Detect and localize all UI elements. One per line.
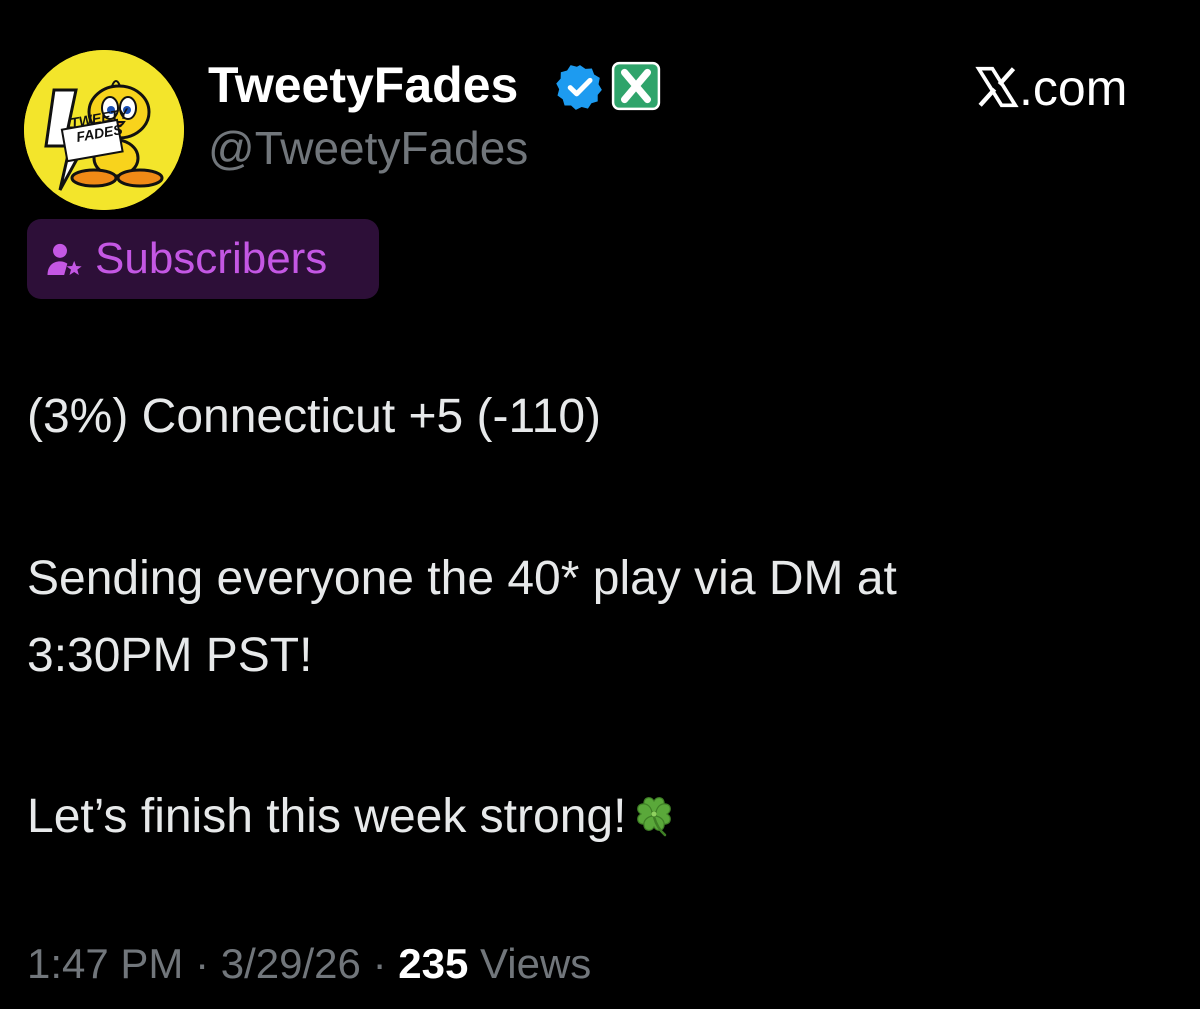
tweet-text-line-3: 3:30PM PST! bbox=[27, 629, 313, 682]
x-affiliate-badge-icon[interactable] bbox=[611, 61, 661, 111]
verified-badge-icon[interactable] bbox=[555, 62, 605, 112]
x-com-label: .com bbox=[975, 58, 1155, 118]
tweet-text-line-1: (3%) Connecticut +5 (-110) bbox=[27, 390, 602, 443]
subscriber-person-star-icon bbox=[47, 243, 82, 275]
subscribers-badge[interactable]: Subscribers bbox=[27, 219, 379, 299]
tweet-time[interactable]: 1:47 PM bbox=[27, 940, 183, 987]
tweet-meta: 1:47 PM · 3/29/26 · 235 Views bbox=[27, 936, 591, 992]
views-label[interactable]: Views bbox=[480, 940, 591, 987]
display-name[interactable]: TweetyFades bbox=[208, 55, 518, 115]
site-domain-text: .com bbox=[1019, 60, 1128, 116]
views-count[interactable]: 235 bbox=[398, 940, 468, 987]
avatar[interactable]: TWEETY FADES bbox=[24, 50, 184, 210]
tweet-text-line-4-text: Let’s finish this week strong! bbox=[27, 790, 627, 843]
meta-separator: · bbox=[372, 940, 387, 987]
four-leaf-clover-icon bbox=[637, 797, 672, 837]
tweet-text-line-4: Let’s finish this week strong! bbox=[27, 787, 678, 847]
tweet-text-line-2: Sending everyone the 40* play via DM at bbox=[27, 552, 897, 605]
user-handle[interactable]: @TweetyFades bbox=[208, 120, 528, 176]
subscribers-label: Subscribers bbox=[95, 234, 328, 283]
tweet-date[interactable]: 3/29/26 bbox=[221, 940, 361, 987]
meta-separator: · bbox=[195, 940, 210, 987]
x-logo-icon bbox=[975, 66, 1019, 108]
